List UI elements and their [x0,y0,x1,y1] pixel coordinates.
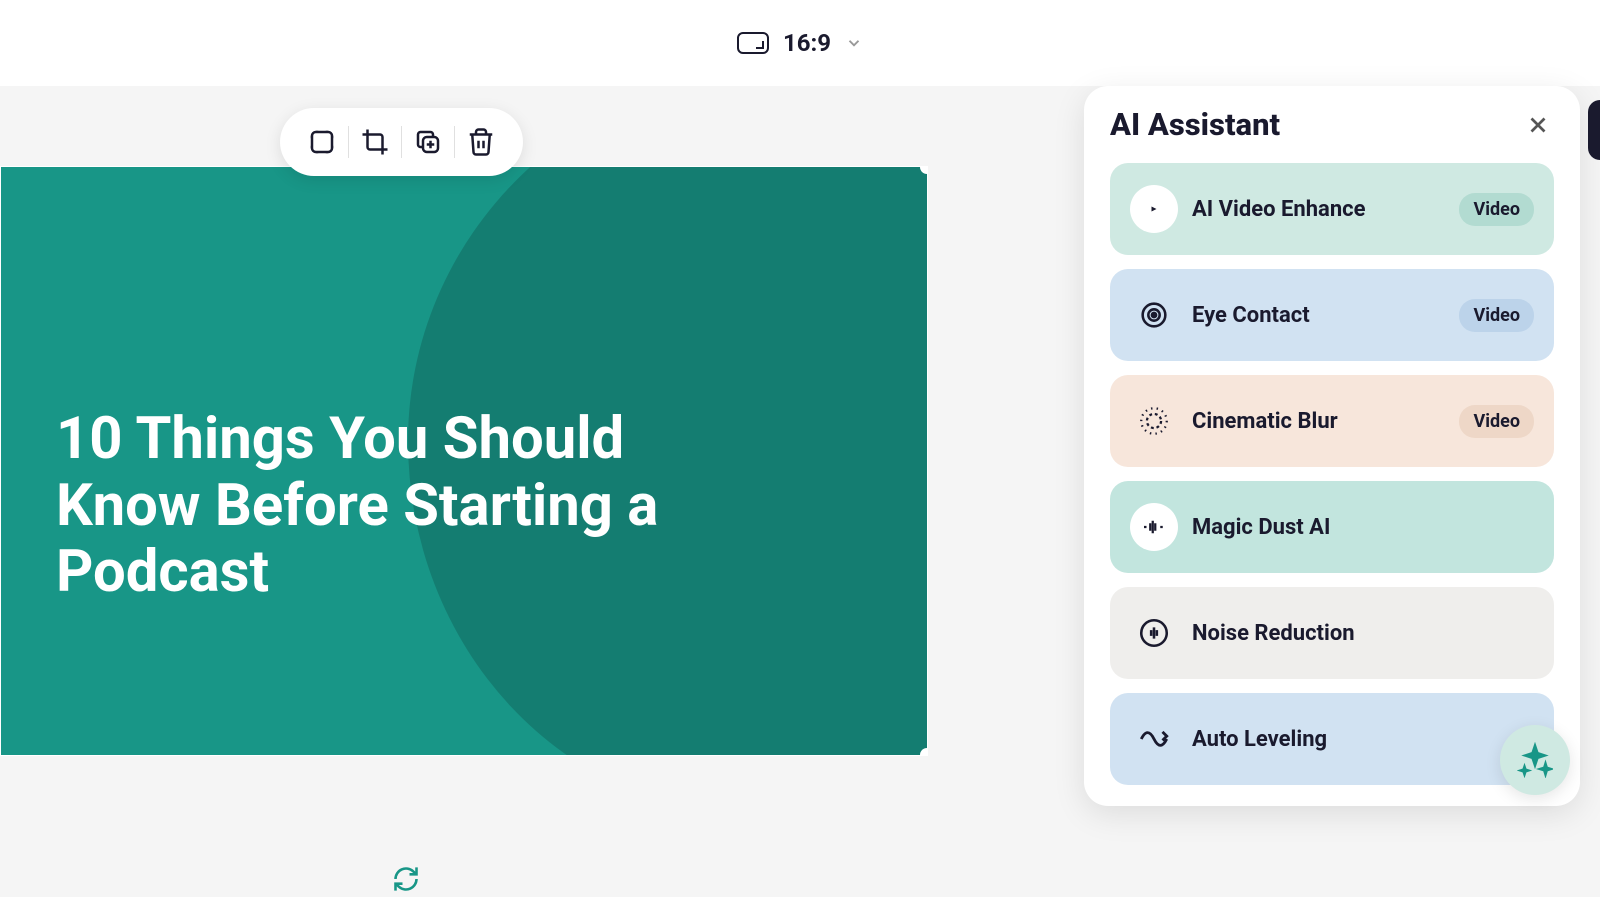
duplicate-icon [413,127,443,157]
video-canvas[interactable]: 10 Things You Should Know Before Startin… [0,166,928,756]
close-icon [1525,112,1551,138]
aspect-ratio-label: 16:9 [783,29,831,57]
delete-button[interactable] [455,116,507,168]
aspect-ratio-selector[interactable]: 16:9 [737,29,863,57]
tool-badge: Video [1459,193,1534,226]
blur-icon [1130,397,1178,445]
top-bar: 16:9 [0,0,1600,86]
refresh-button[interactable] [392,865,424,897]
tool-item-eye-contact[interactable]: Eye Contact Video [1110,269,1554,361]
main-area: 10 Things You Should Know Before Startin… [0,86,1600,897]
noise-reduction-icon [1130,609,1178,657]
duplicate-button[interactable] [402,116,454,168]
canvas-title-text: 10 Things You Should Know Before Startin… [56,406,768,606]
tool-label: Cinematic Blur [1192,409,1459,434]
ai-assistant-panel: AI Assistant AI Video Enhance Video [1084,86,1580,806]
chevron-down-icon [845,34,863,52]
tool-label: Auto Leveling [1192,727,1534,752]
sparkle-icon [1517,742,1553,778]
tool-label: Magic Dust AI [1192,515,1534,540]
video-enhance-icon [1130,185,1178,233]
tool-badge: Video [1459,299,1534,332]
tool-badge: Video [1459,405,1534,438]
tool-label: Noise Reduction [1192,621,1534,646]
tool-item-noise-reduction[interactable]: Noise Reduction [1110,587,1554,679]
close-button[interactable] [1522,109,1554,141]
crop-icon [360,127,390,157]
tool-item-magic-dust[interactable]: Magic Dust AI [1110,481,1554,573]
fullscreen-icon [307,127,337,157]
panel-header: AI Assistant [1110,106,1554,143]
resize-handle[interactable] [920,748,928,756]
eye-contact-icon [1130,291,1178,339]
resize-handle[interactable] [920,166,928,174]
trash-icon [466,127,496,157]
canvas-toolbar [280,108,523,176]
auto-leveling-icon [1130,715,1178,763]
tool-item-ai-video-enhance[interactable]: AI Video Enhance Video [1110,163,1554,255]
right-edge-handle[interactable] [1588,100,1600,160]
tool-item-cinematic-blur[interactable]: Cinematic Blur Video [1110,375,1554,467]
panel-title: AI Assistant [1110,106,1280,143]
tool-item-auto-leveling[interactable]: Auto Leveling [1110,693,1554,785]
tool-label: Eye Contact [1192,303,1459,328]
crop-button[interactable] [349,116,401,168]
refresh-icon [392,865,420,893]
fullscreen-button[interactable] [296,116,348,168]
ai-assistant-fab[interactable] [1500,725,1570,795]
tool-label: AI Video Enhance [1192,197,1459,222]
magic-dust-icon [1130,503,1178,551]
aspect-ratio-icon [737,32,769,54]
